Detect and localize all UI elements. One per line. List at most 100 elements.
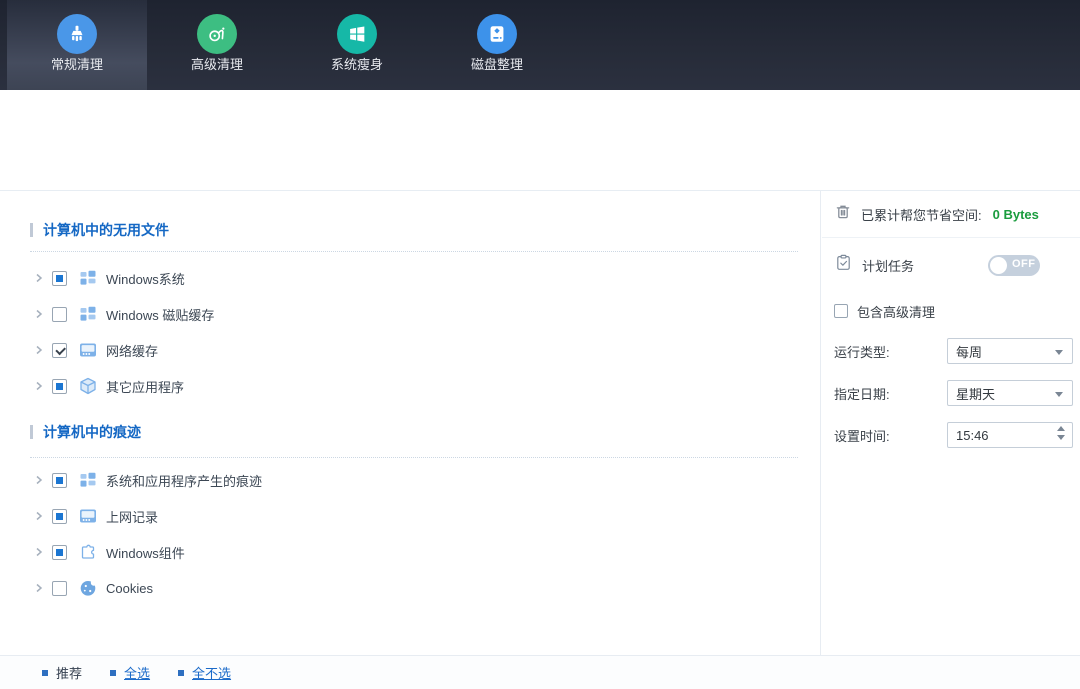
tree-row-browsing-history[interactable]: 上网记录 [0,498,820,534]
tree-row-label: 上网记录 [106,507,158,526]
brush-icon [57,14,97,54]
run-type-select[interactable]: 每周 [947,338,1073,364]
date-select[interactable]: 星期天 [947,380,1073,406]
header-strip: 快速轻松地清理垃圾文件及上网痕迹。 清理无用文件和上网痕迹能够节省空间保护隐私。… [0,90,1080,190]
section-marker [30,223,33,237]
chevron-right-icon[interactable] [33,308,45,320]
tree-row-label: 网络缓存 [106,341,158,360]
tree-row-system-app-traces[interactable]: 系统和应用程序产生的痕迹 [0,462,820,498]
chevron-down-icon [1055,392,1063,397]
tab-system-slim[interactable]: 系统瘦身 [287,0,427,90]
run-type-value: 每周 [956,342,982,361]
dotted-divider [30,457,798,458]
date-label: 指定日期: [834,384,890,403]
windows-icon [337,14,377,54]
toggle-state-label: OFF [1012,258,1036,270]
time-label: 设置时间: [834,426,890,445]
tree-row-other-apps[interactable]: 其它应用程序 [0,368,820,404]
time-value: 15:46 [956,428,989,443]
section-header-traces: 计算机中的痕迹 [30,422,820,442]
include-advanced-checkbox[interactable] [834,304,848,318]
bullet-square-icon [178,670,184,676]
section-title: 计算机中的无用文件 [43,220,169,240]
tab-label: 高级清理 [191,57,243,73]
time-spinner[interactable]: 15:46 [947,422,1073,448]
tree-row-windows-system[interactable]: Windows系统 [0,260,820,296]
tree-traces: 系统和应用程序产生的痕迹 上网记录 Windows组件 Cookies [0,462,820,606]
schedule-sidebar: 已累计帮您节省空间: 0 Bytes 计划任务 OFF 包含高级清理 运行类型:… [822,191,1080,655]
select-none-label: 全不选 [192,663,231,682]
saved-space-label: 已累计帮您节省空间: [861,205,982,224]
recommend-label: 推荐 [56,663,82,682]
include-advanced-row: 包含高级清理 [822,292,1080,330]
chevron-right-icon[interactable] [33,510,45,522]
browser-icon [78,340,98,360]
cleanup-tree-panel: 计算机中的无用文件 Windows系统 Windows 磁贴缓存 网络缓存 [0,191,821,655]
tree-row-windows-components[interactable]: Windows组件 [0,534,820,570]
section-marker [30,425,33,439]
toggle-knob [990,257,1007,274]
section-header-junk-files: 计算机中的无用文件 [30,220,820,240]
spinner-up-icon[interactable] [1057,426,1065,431]
schedule-task-row: 计划任务 OFF [822,238,1080,292]
tab-label: 常规清理 [51,57,103,73]
saved-space-value: 0 Bytes [993,207,1039,222]
top-navigation: 常规清理 高级清理 系统瘦身 磁盘整理 [0,0,1080,90]
tree-row-windows-tile-cache[interactable]: Windows 磁贴缓存 [0,296,820,332]
bullet-square-icon [42,670,48,676]
chevron-right-icon[interactable] [33,344,45,356]
recommend-link[interactable]: 推荐 [42,663,82,682]
tab-disk-defrag[interactable]: 磁盘整理 [427,0,567,90]
tree-row-label: Windows系统 [106,269,185,288]
tree-row-cookies[interactable]: Cookies [0,570,820,606]
cleaner-app-window: 常规清理 高级清理 系统瘦身 磁盘整理 快速轻松地清理垃圾文件及上网痕迹。 清理… [0,0,1080,689]
checkbox[interactable] [52,473,67,488]
chevron-right-icon[interactable] [33,380,45,392]
selection-footer: 推荐 全选 全不选 [0,655,1080,689]
tree-row-network-cache[interactable]: 网络缓存 [0,332,820,368]
checkbox[interactable] [52,343,67,358]
date-row: 指定日期: 星期天 [822,372,1080,414]
tree-row-label: Cookies [106,581,153,596]
trash-icon [834,203,852,226]
chevron-right-icon[interactable] [33,546,45,558]
tiles-icon [78,268,98,288]
cube-icon [78,376,98,396]
tab-label: 磁盘整理 [471,57,523,73]
include-advanced-label: 包含高级清理 [857,302,935,321]
spinner-down-icon[interactable] [1057,435,1065,440]
tab-advanced-clean[interactable]: 高级清理 [147,0,287,90]
run-type-row: 运行类型: 每周 [822,330,1080,372]
vacuum-icon [197,14,237,54]
schedule-task-label: 计划任务 [862,256,914,275]
dotted-divider [30,251,798,252]
tree-row-label: Windows组件 [106,543,185,562]
cookie-icon [78,578,98,598]
chevron-right-icon[interactable] [33,272,45,284]
tree-row-label: Windows 磁贴缓存 [106,305,214,324]
time-row: 设置时间: 15:46 [822,414,1080,456]
checkbox[interactable] [52,545,67,560]
clipboard-check-icon [834,253,853,277]
tree-row-label: 其它应用程序 [106,377,184,396]
chevron-right-icon[interactable] [33,582,45,594]
chevron-right-icon[interactable] [33,474,45,486]
section-title: 计算机中的痕迹 [43,422,141,442]
tab-regular-clean[interactable]: 常规清理 [7,0,147,90]
checkbox[interactable] [52,509,67,524]
checkbox[interactable] [52,271,67,286]
date-value: 星期天 [956,384,995,403]
chevron-down-icon [1055,350,1063,355]
tiles-icon [78,470,98,490]
tree-row-label: 系统和应用程序产生的痕迹 [106,471,262,490]
checkbox[interactable] [52,379,67,394]
checkbox[interactable] [52,307,67,322]
select-all-link[interactable]: 全选 [110,663,150,682]
run-type-label: 运行类型: [834,342,890,361]
checkbox[interactable] [52,581,67,596]
spinner-arrows [1057,426,1065,440]
schedule-toggle[interactable]: OFF [988,255,1040,276]
select-all-label: 全选 [124,663,150,682]
bullet-square-icon [110,670,116,676]
select-none-link[interactable]: 全不选 [178,663,231,682]
